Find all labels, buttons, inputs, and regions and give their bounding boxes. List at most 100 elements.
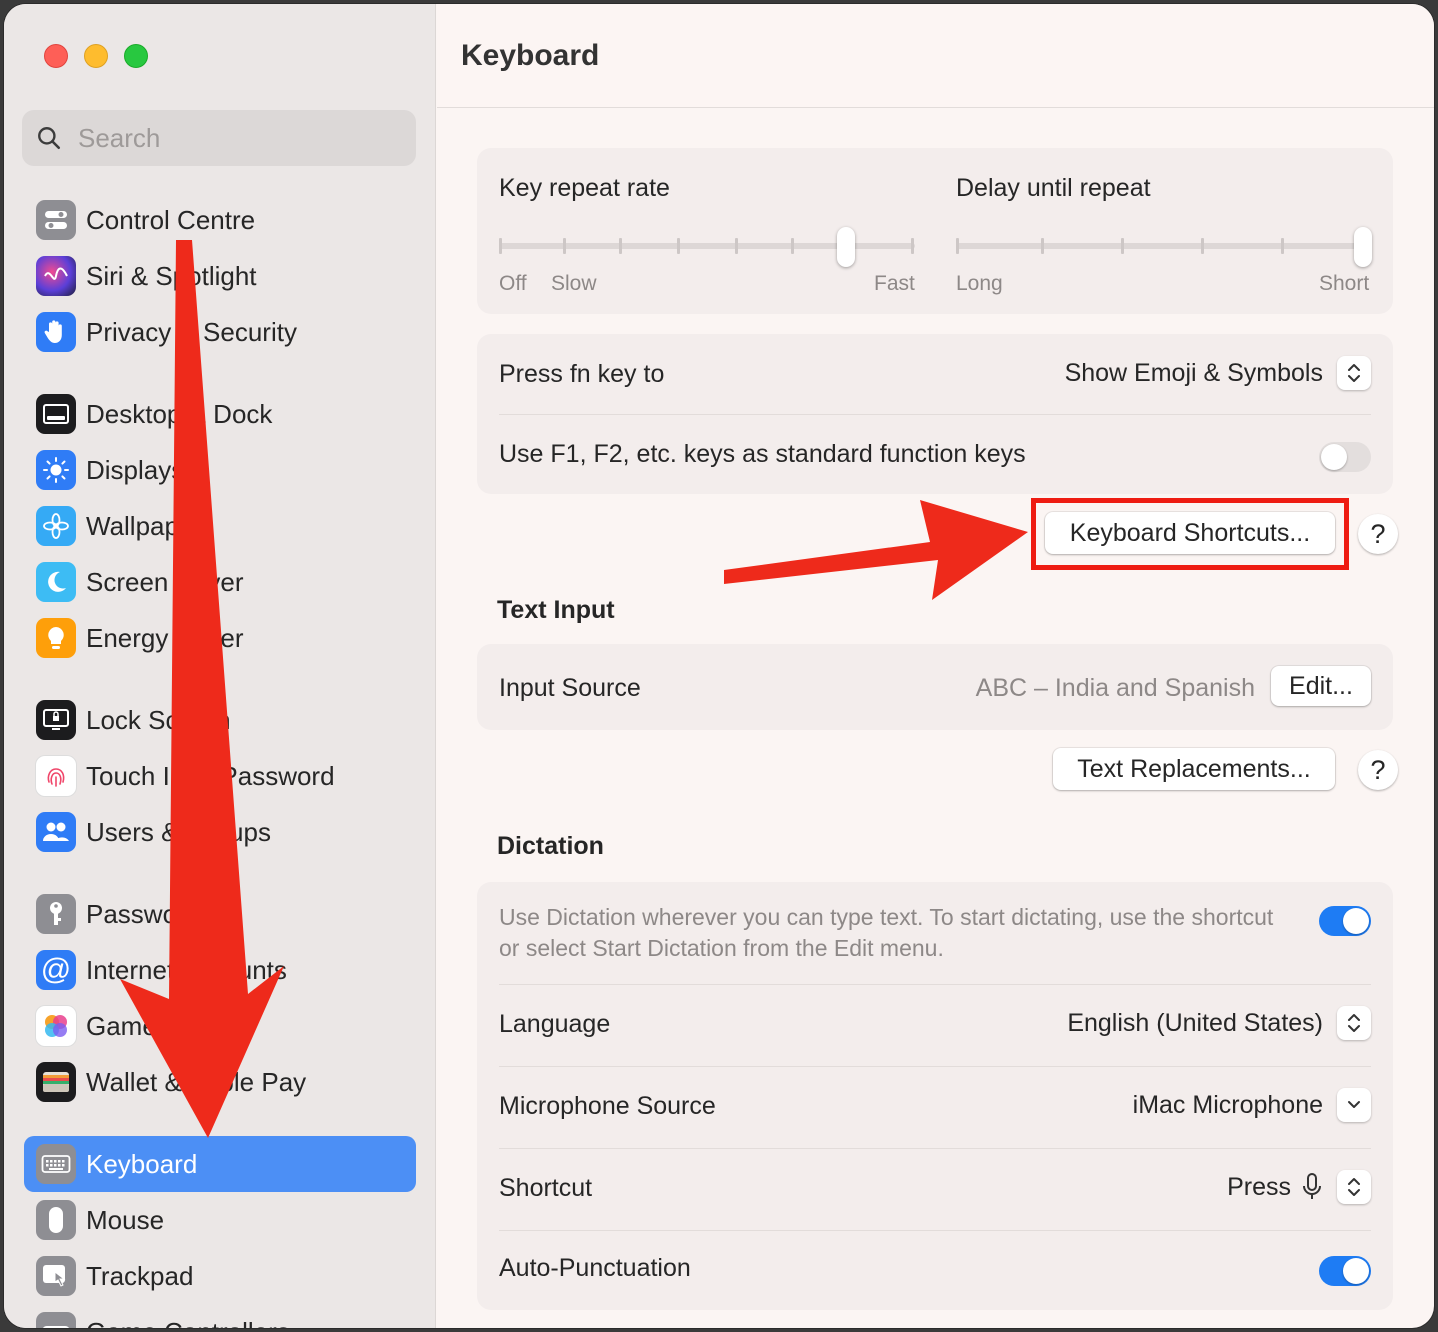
text-replacements-button[interactable]: Text Replacements... <box>1053 748 1335 790</box>
sidebar-item-privacy-security[interactable]: Privacy & Security <box>24 304 416 360</box>
language-value: English (United States) <box>1067 1008 1323 1037</box>
sidebar-item-label: Wallet & Apple Pay <box>86 1066 307 1097</box>
close-window-button[interactable] <box>44 44 68 68</box>
delay-short-label: Short <box>1319 272 1370 295</box>
microphone-source-popup[interactable]: iMac Microphone <box>1133 1088 1371 1122</box>
siri-icon <box>36 256 76 296</box>
sidebar-item-label: Desktop & Dock <box>86 398 273 429</box>
search-input[interactable] <box>78 122 378 154</box>
fn-key-value: Show Emoji & Symbols <box>1064 358 1323 387</box>
sidebar-item-mouse[interactable]: Mouse <box>24 1192 416 1248</box>
language-popup[interactable]: English (United States) <box>1067 1006 1371 1040</box>
search-field[interactable] <box>22 110 416 166</box>
dictation-description: Use Dictation wherever you can type text… <box>499 904 1274 961</box>
main-panel: Keyboard Key repeat rate Delay until rep… <box>437 4 1434 1328</box>
dictation-card: Use Dictation wherever you can type text… <box>477 882 1393 1310</box>
sidebar-item-control-centre[interactable]: Control Centre <box>24 192 416 248</box>
dock-icon <box>36 394 76 434</box>
sidebar-item-label: Users & Groups <box>86 816 271 847</box>
microphone-source-label: Microphone Source <box>499 1092 716 1120</box>
minimize-window-button[interactable] <box>84 44 108 68</box>
input-source-edit-button[interactable]: Edit... <box>1271 666 1371 706</box>
auto-punctuation-label: Auto-Punctuation <box>499 1254 691 1282</box>
settings-window: Control Centre Siri & Spotlight Privacy … <box>4 4 1434 1328</box>
game-center-icon <box>36 1006 76 1046</box>
shortcut-popup[interactable]: Press <box>1227 1170 1371 1204</box>
shortcut-label: Shortcut <box>499 1174 593 1202</box>
sidebar-item-label: Lock Screen <box>86 704 231 735</box>
flower-icon <box>36 506 76 546</box>
microphone-source-value: iMac Microphone <box>1132 1090 1323 1119</box>
input-source-card: Input Source ABC – India and Spanish Edi… <box>477 644 1393 730</box>
sidebar-item-label: Internet Accounts <box>86 954 287 985</box>
zoom-window-button[interactable] <box>124 44 148 68</box>
key-repeat-slider-knob[interactable] <box>837 227 855 267</box>
input-source-label: Input Source <box>499 674 641 702</box>
wallet-icon <box>36 1062 76 1102</box>
sidebar-item-label: Siri & Spotlight <box>86 260 257 291</box>
sidebar-item-siri-spotlight[interactable]: Siri & Spotlight <box>24 248 416 304</box>
input-source-value: ABC – India and Spanish <box>975 674 1255 702</box>
delay-repeat-slider[interactable] <box>956 227 1372 268</box>
users-icon <box>36 812 76 852</box>
keyboard-shortcuts-button[interactable]: Keyboard Shortcuts... <box>1045 512 1335 554</box>
delay-repeat-label: Delay until repeat <box>956 174 1151 202</box>
sidebar-item-label: Mouse <box>86 1204 165 1235</box>
delay-long-label: Long <box>956 272 1003 295</box>
at-icon: @ <box>36 950 76 990</box>
sidebar-item-game-controllers[interactable]: Game Controllers <box>24 1304 416 1328</box>
function-keys-toggle[interactable] <box>1319 442 1371 472</box>
moon-icon <box>36 562 76 602</box>
sidebar-item-label: Passwords <box>86 898 214 929</box>
sidebar-item-label: Screen Saver <box>86 566 244 597</box>
sidebar-item-game-center[interactable]: Game Center <box>24 998 416 1054</box>
sidebar-item-label: Displays <box>86 454 185 485</box>
window-controls <box>44 44 148 68</box>
hand-icon <box>36 312 76 352</box>
title-bar: Keyboard <box>437 4 1434 108</box>
keyboard-icon <box>36 1144 76 1184</box>
sidebar-item-energy-saver[interactable]: Energy Saver <box>24 610 416 666</box>
sidebar-item-label: Touch ID & Password <box>86 760 335 791</box>
sidebar-item-label: Game Center <box>86 1010 243 1041</box>
sidebar-item-screen-saver[interactable]: Screen Saver <box>24 554 416 610</box>
fn-key-popup[interactable]: Show Emoji & Symbols <box>1065 356 1371 390</box>
keyboard-help-button[interactable]: ? <box>1358 514 1398 554</box>
sidebar-item-touch-id[interactable]: Touch ID & Password <box>24 748 416 804</box>
sidebar-item-desktop-dock[interactable]: Desktop & Dock <box>24 386 416 442</box>
sidebar-item-wallet[interactable]: Wallet & Apple Pay <box>24 1054 416 1110</box>
sidebar-item-label: Control Centre <box>86 204 256 235</box>
dictation-toggle[interactable] <box>1319 906 1371 936</box>
key-repeat-slow-label: Slow <box>551 272 597 295</box>
sidebar-item-users-groups[interactable]: Users & Groups <box>24 804 416 860</box>
fn-key-label: Press fn key to <box>499 360 665 388</box>
microphone-icon <box>1303 1173 1321 1199</box>
page-title: Keyboard <box>461 38 600 72</box>
bulb-icon <box>36 618 76 658</box>
key-repeat-card: Key repeat rate Delay until repeat Off S… <box>477 148 1393 314</box>
search-icon <box>38 127 61 150</box>
text-input-section-title: Text Input <box>497 596 615 624</box>
key-repeat-slider[interactable] <box>499 227 915 268</box>
sidebar-item-lock-screen[interactable]: Lock Screen <box>24 692 416 748</box>
sidebar: Control Centre Siri & Spotlight Privacy … <box>4 4 436 1328</box>
lock-screen-icon <box>36 700 76 740</box>
key-repeat-fast-label: Fast <box>874 272 915 295</box>
up-down-chevron-icon <box>1337 1006 1371 1040</box>
up-down-chevron-icon <box>1337 1170 1371 1204</box>
sidebar-item-trackpad[interactable]: Trackpad <box>24 1248 416 1304</box>
sidebar-item-passwords[interactable]: Passwords <box>24 886 416 942</box>
sidebar-item-keyboard[interactable]: Keyboard <box>24 1136 416 1192</box>
text-input-help-button[interactable]: ? <box>1358 750 1398 790</box>
chevron-down-icon <box>1337 1088 1371 1122</box>
sidebar-item-label: Trackpad <box>86 1260 194 1291</box>
sun-icon <box>36 450 76 490</box>
delay-repeat-slider-knob[interactable] <box>1354 227 1372 267</box>
mouse-icon <box>36 1200 76 1240</box>
sidebar-item-internet-accounts[interactable]: @ Internet Accounts <box>24 942 416 998</box>
sidebar-item-displays[interactable]: Displays <box>24 442 416 498</box>
key-repeat-off-label: Off <box>499 272 527 295</box>
sidebar-item-label: Game Controllers <box>86 1317 290 1329</box>
sidebar-item-wallpaper[interactable]: Wallpaper <box>24 498 416 554</box>
auto-punctuation-toggle[interactable] <box>1319 1256 1371 1286</box>
